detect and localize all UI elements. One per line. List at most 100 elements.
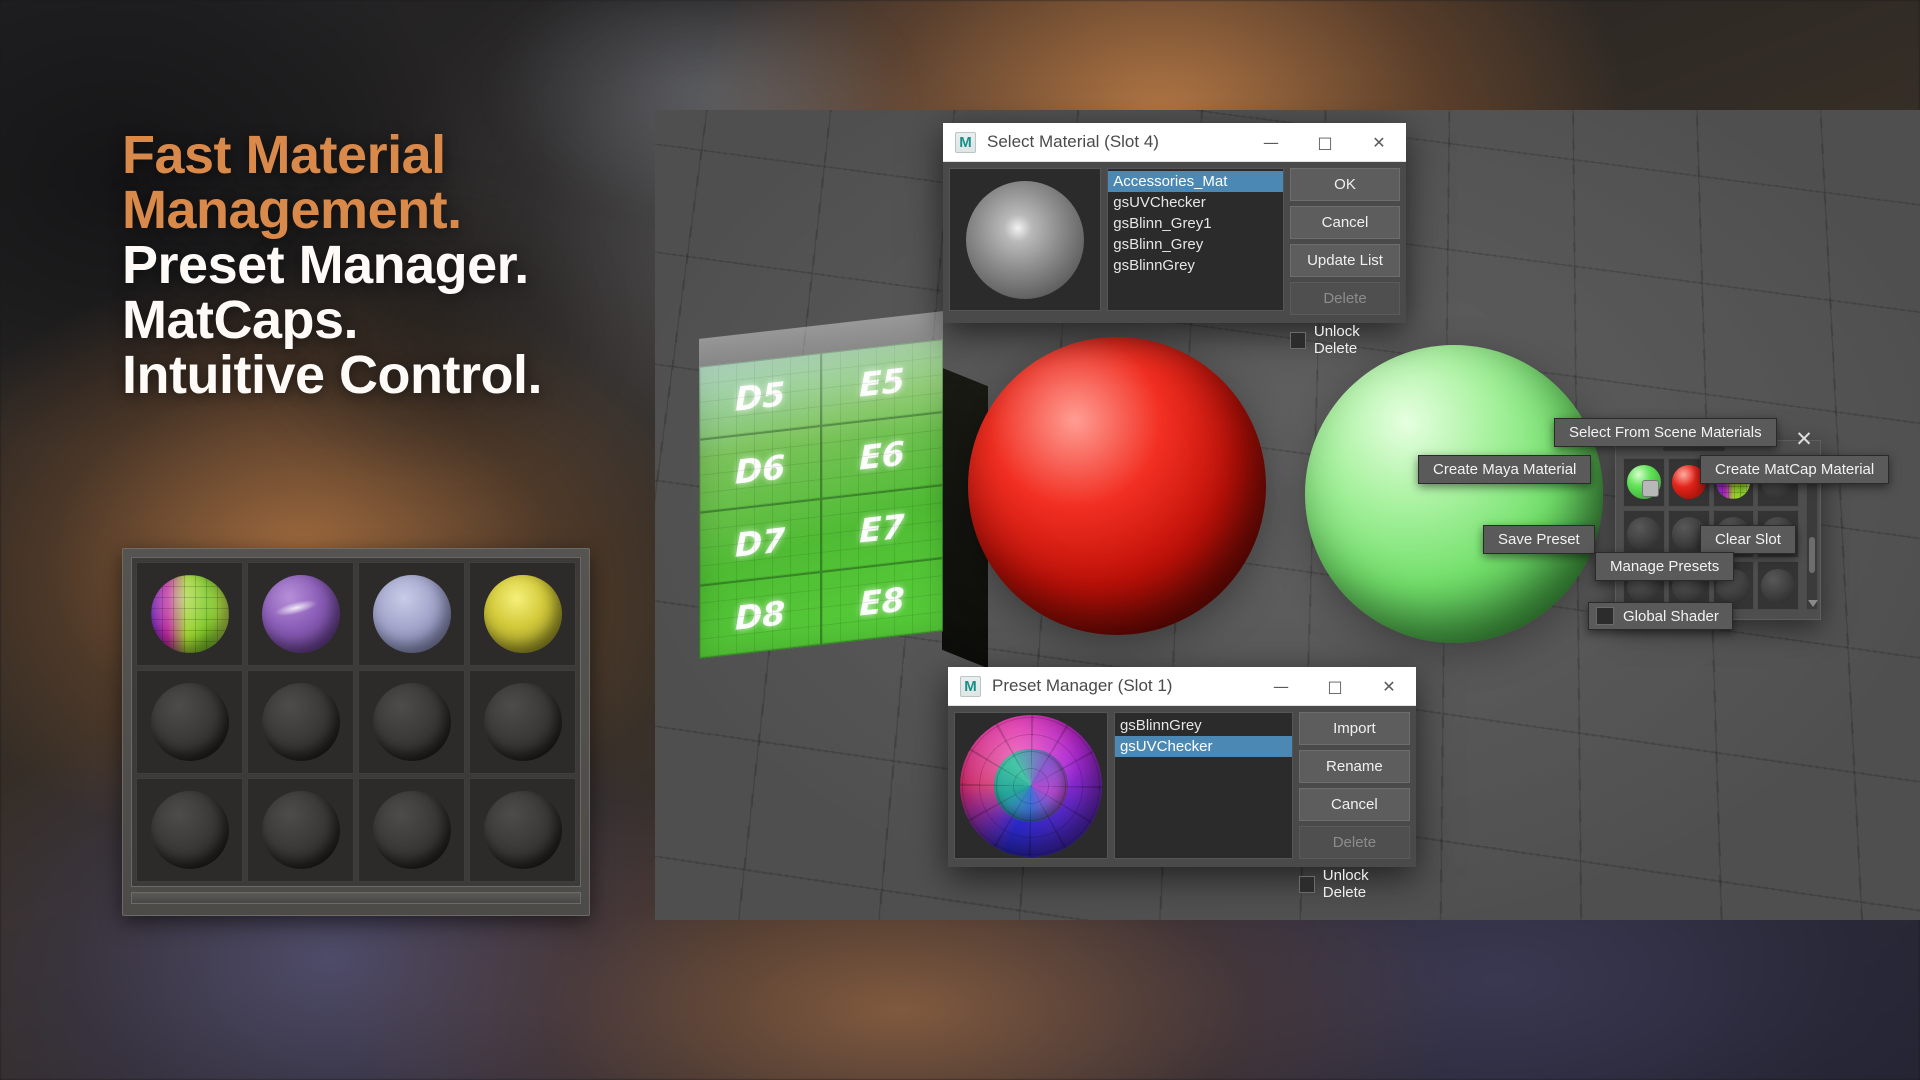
maya-icon: M bbox=[960, 675, 981, 697]
empty-ball-preview bbox=[483, 791, 562, 869]
select-material-dialog[interactable]: M Select Material (Slot 4) — □ ✕ Accesso… bbox=[943, 123, 1406, 357]
empty-matcap-ball bbox=[1626, 516, 1661, 551]
empty-ball-preview bbox=[150, 791, 229, 869]
unlock-delete-label: Unlock Delete bbox=[1313, 323, 1360, 357]
preset-preview-pane bbox=[954, 712, 1108, 859]
list-item[interactable]: gsUVChecker bbox=[1108, 192, 1283, 213]
dialog-button-column: OK Cancel Update List Delete Unlock Dele… bbox=[1290, 168, 1400, 357]
unlock-delete-row[interactable]: Unlock Delete bbox=[1290, 320, 1400, 357]
scroll-down-arrow-icon[interactable] bbox=[1808, 600, 1818, 607]
list-item[interactable]: gsUVChecker bbox=[1114, 736, 1292, 757]
global-shader-toggle[interactable]: Global Shader bbox=[1588, 602, 1733, 630]
create-matcap-material-button[interactable]: Create MatCap Material bbox=[1700, 455, 1890, 484]
tool-panel-drag-handle[interactable] bbox=[1663, 447, 1725, 451]
material-slot-3[interactable] bbox=[358, 562, 465, 666]
material-slot-grid bbox=[131, 557, 581, 887]
update-list-button[interactable]: Update List bbox=[1290, 244, 1400, 277]
ok-button[interactable]: OK bbox=[1290, 168, 1400, 201]
window-controls: — □ ✕ bbox=[1244, 123, 1406, 161]
material-slot-2[interactable] bbox=[247, 562, 354, 666]
tool-slot-12[interactable] bbox=[1757, 561, 1799, 610]
material-slot-9[interactable] bbox=[136, 778, 243, 882]
maya-icon: M bbox=[955, 131, 976, 153]
list-item[interactable]: gsBlinn_Grey bbox=[1108, 234, 1283, 255]
slot-panel-footer bbox=[131, 892, 581, 904]
delete-button: Delete bbox=[1298, 826, 1410, 859]
uv-checker-preview bbox=[959, 714, 1102, 857]
preset-list[interactable]: gsBlinnGrey gsUVChecker bbox=[1113, 712, 1293, 859]
green-sphere[interactable] bbox=[1305, 345, 1603, 643]
select-from-scene-materials-button[interactable]: Select From Scene Materials bbox=[1554, 418, 1777, 447]
cube-cell: D7 bbox=[699, 499, 821, 586]
cube-cell: D8 bbox=[699, 572, 821, 659]
yellow-ball-preview bbox=[483, 575, 562, 653]
cube-cell-label: D5 bbox=[734, 374, 786, 419]
material-slot-10[interactable] bbox=[247, 778, 354, 882]
cube-cell-label: D6 bbox=[734, 447, 786, 492]
minimize-icon[interactable]: — bbox=[1244, 123, 1298, 161]
scrollbar-thumb[interactable] bbox=[1809, 537, 1815, 573]
manage-presets-button[interactable]: Manage Presets bbox=[1595, 552, 1735, 581]
material-list[interactable]: Accessories_Mat gsUVChecker gsBlinn_Grey… bbox=[1107, 168, 1285, 311]
cancel-button[interactable]: Cancel bbox=[1298, 788, 1410, 821]
dialog-title-bar[interactable]: M Preset Manager (Slot 1) — □ ✕ bbox=[948, 667, 1416, 706]
list-item[interactable]: gsBlinnGrey bbox=[1115, 715, 1292, 736]
empty-matcap-ball bbox=[1761, 568, 1796, 603]
dialog-button-column: Import Rename Cancel Delete Unlock Delet… bbox=[1298, 712, 1410, 901]
material-slot-11[interactable] bbox=[358, 778, 465, 882]
empty-ball-preview bbox=[150, 683, 229, 761]
empty-ball-preview bbox=[372, 683, 451, 761]
clear-slot-button[interactable]: Clear Slot bbox=[1700, 525, 1796, 554]
cube-cell: E7 bbox=[821, 485, 943, 572]
import-button[interactable]: Import bbox=[1298, 712, 1410, 745]
maximize-icon[interactable]: □ bbox=[1298, 123, 1352, 161]
close-icon[interactable]: ✕ bbox=[1362, 667, 1416, 705]
global-shader-checkbox[interactable] bbox=[1596, 607, 1614, 625]
dialog-title-bar[interactable]: M Select Material (Slot 4) — □ ✕ bbox=[943, 123, 1406, 162]
dialog-body: Accessories_Mat gsUVChecker gsBlinn_Grey… bbox=[943, 162, 1406, 363]
material-slot-7[interactable] bbox=[358, 670, 465, 774]
preset-manager-dialog[interactable]: M Preset Manager (Slot 1) — □ ✕ gsBlinnG… bbox=[948, 667, 1416, 901]
save-preset-button[interactable]: Save Preset bbox=[1483, 525, 1595, 554]
cancel-button[interactable]: Cancel bbox=[1290, 206, 1400, 239]
cube-cell: E8 bbox=[821, 558, 943, 645]
cube-cell: D6 bbox=[699, 426, 821, 513]
list-item[interactable]: gsBlinn_Grey1 bbox=[1108, 213, 1283, 234]
material-slot-5[interactable] bbox=[136, 670, 243, 774]
cube-cell-label: E7 bbox=[859, 506, 905, 551]
unlock-delete-checkbox[interactable] bbox=[1290, 331, 1306, 349]
empty-ball-preview bbox=[261, 791, 340, 869]
maximize-icon[interactable]: □ bbox=[1308, 667, 1362, 705]
screenshot-root: Fast Material Management. Preset Manager… bbox=[0, 0, 1920, 1080]
material-preview-pane bbox=[949, 168, 1102, 311]
cube-cell-label: D8 bbox=[734, 593, 786, 638]
close-icon[interactable]: ✕ bbox=[1352, 123, 1406, 161]
purple-ball-preview bbox=[261, 575, 340, 653]
window-controls: — □ ✕ bbox=[1254, 667, 1416, 705]
unlock-delete-checkbox[interactable] bbox=[1298, 875, 1315, 893]
cube-cell: E5 bbox=[821, 339, 943, 426]
close-icon[interactable]: ✕ bbox=[1790, 425, 1818, 453]
material-slot-12[interactable] bbox=[469, 778, 576, 882]
red-sphere[interactable] bbox=[968, 337, 1266, 635]
unlock-delete-row[interactable]: Unlock Delete bbox=[1298, 864, 1410, 901]
list-item[interactable]: Accessories_Mat bbox=[1108, 171, 1284, 192]
material-slot-8[interactable] bbox=[469, 670, 576, 774]
unlock-delete-label: Unlock Delete bbox=[1322, 867, 1369, 901]
material-slot-4[interactable] bbox=[469, 562, 576, 666]
minimize-icon[interactable]: — bbox=[1254, 667, 1308, 705]
create-maya-material-button[interactable]: Create Maya Material bbox=[1418, 455, 1592, 484]
cube-cell-label: D7 bbox=[734, 520, 786, 565]
material-slot-6[interactable] bbox=[247, 670, 354, 774]
cube-cell-label: E5 bbox=[859, 360, 905, 405]
rename-button[interactable]: Rename bbox=[1298, 750, 1410, 783]
dialog-title: Preset Manager (Slot 1) bbox=[992, 676, 1173, 695]
cube-cell: E6 bbox=[821, 412, 943, 499]
uv-checker-cube[interactable]: D5 E5 D6 E6 D7 E7 D8 E8 bbox=[699, 311, 989, 669]
global-shader-label: Global Shader bbox=[1623, 607, 1719, 625]
material-slot-1[interactable] bbox=[136, 562, 243, 666]
dialog-body: gsBlinnGrey gsUVChecker Import Rename Ca… bbox=[948, 706, 1416, 907]
list-item[interactable]: gsBlinnGrey bbox=[1108, 255, 1283, 276]
tool-slot-1[interactable] bbox=[1623, 458, 1665, 507]
material-slot-panel[interactable] bbox=[122, 548, 590, 916]
